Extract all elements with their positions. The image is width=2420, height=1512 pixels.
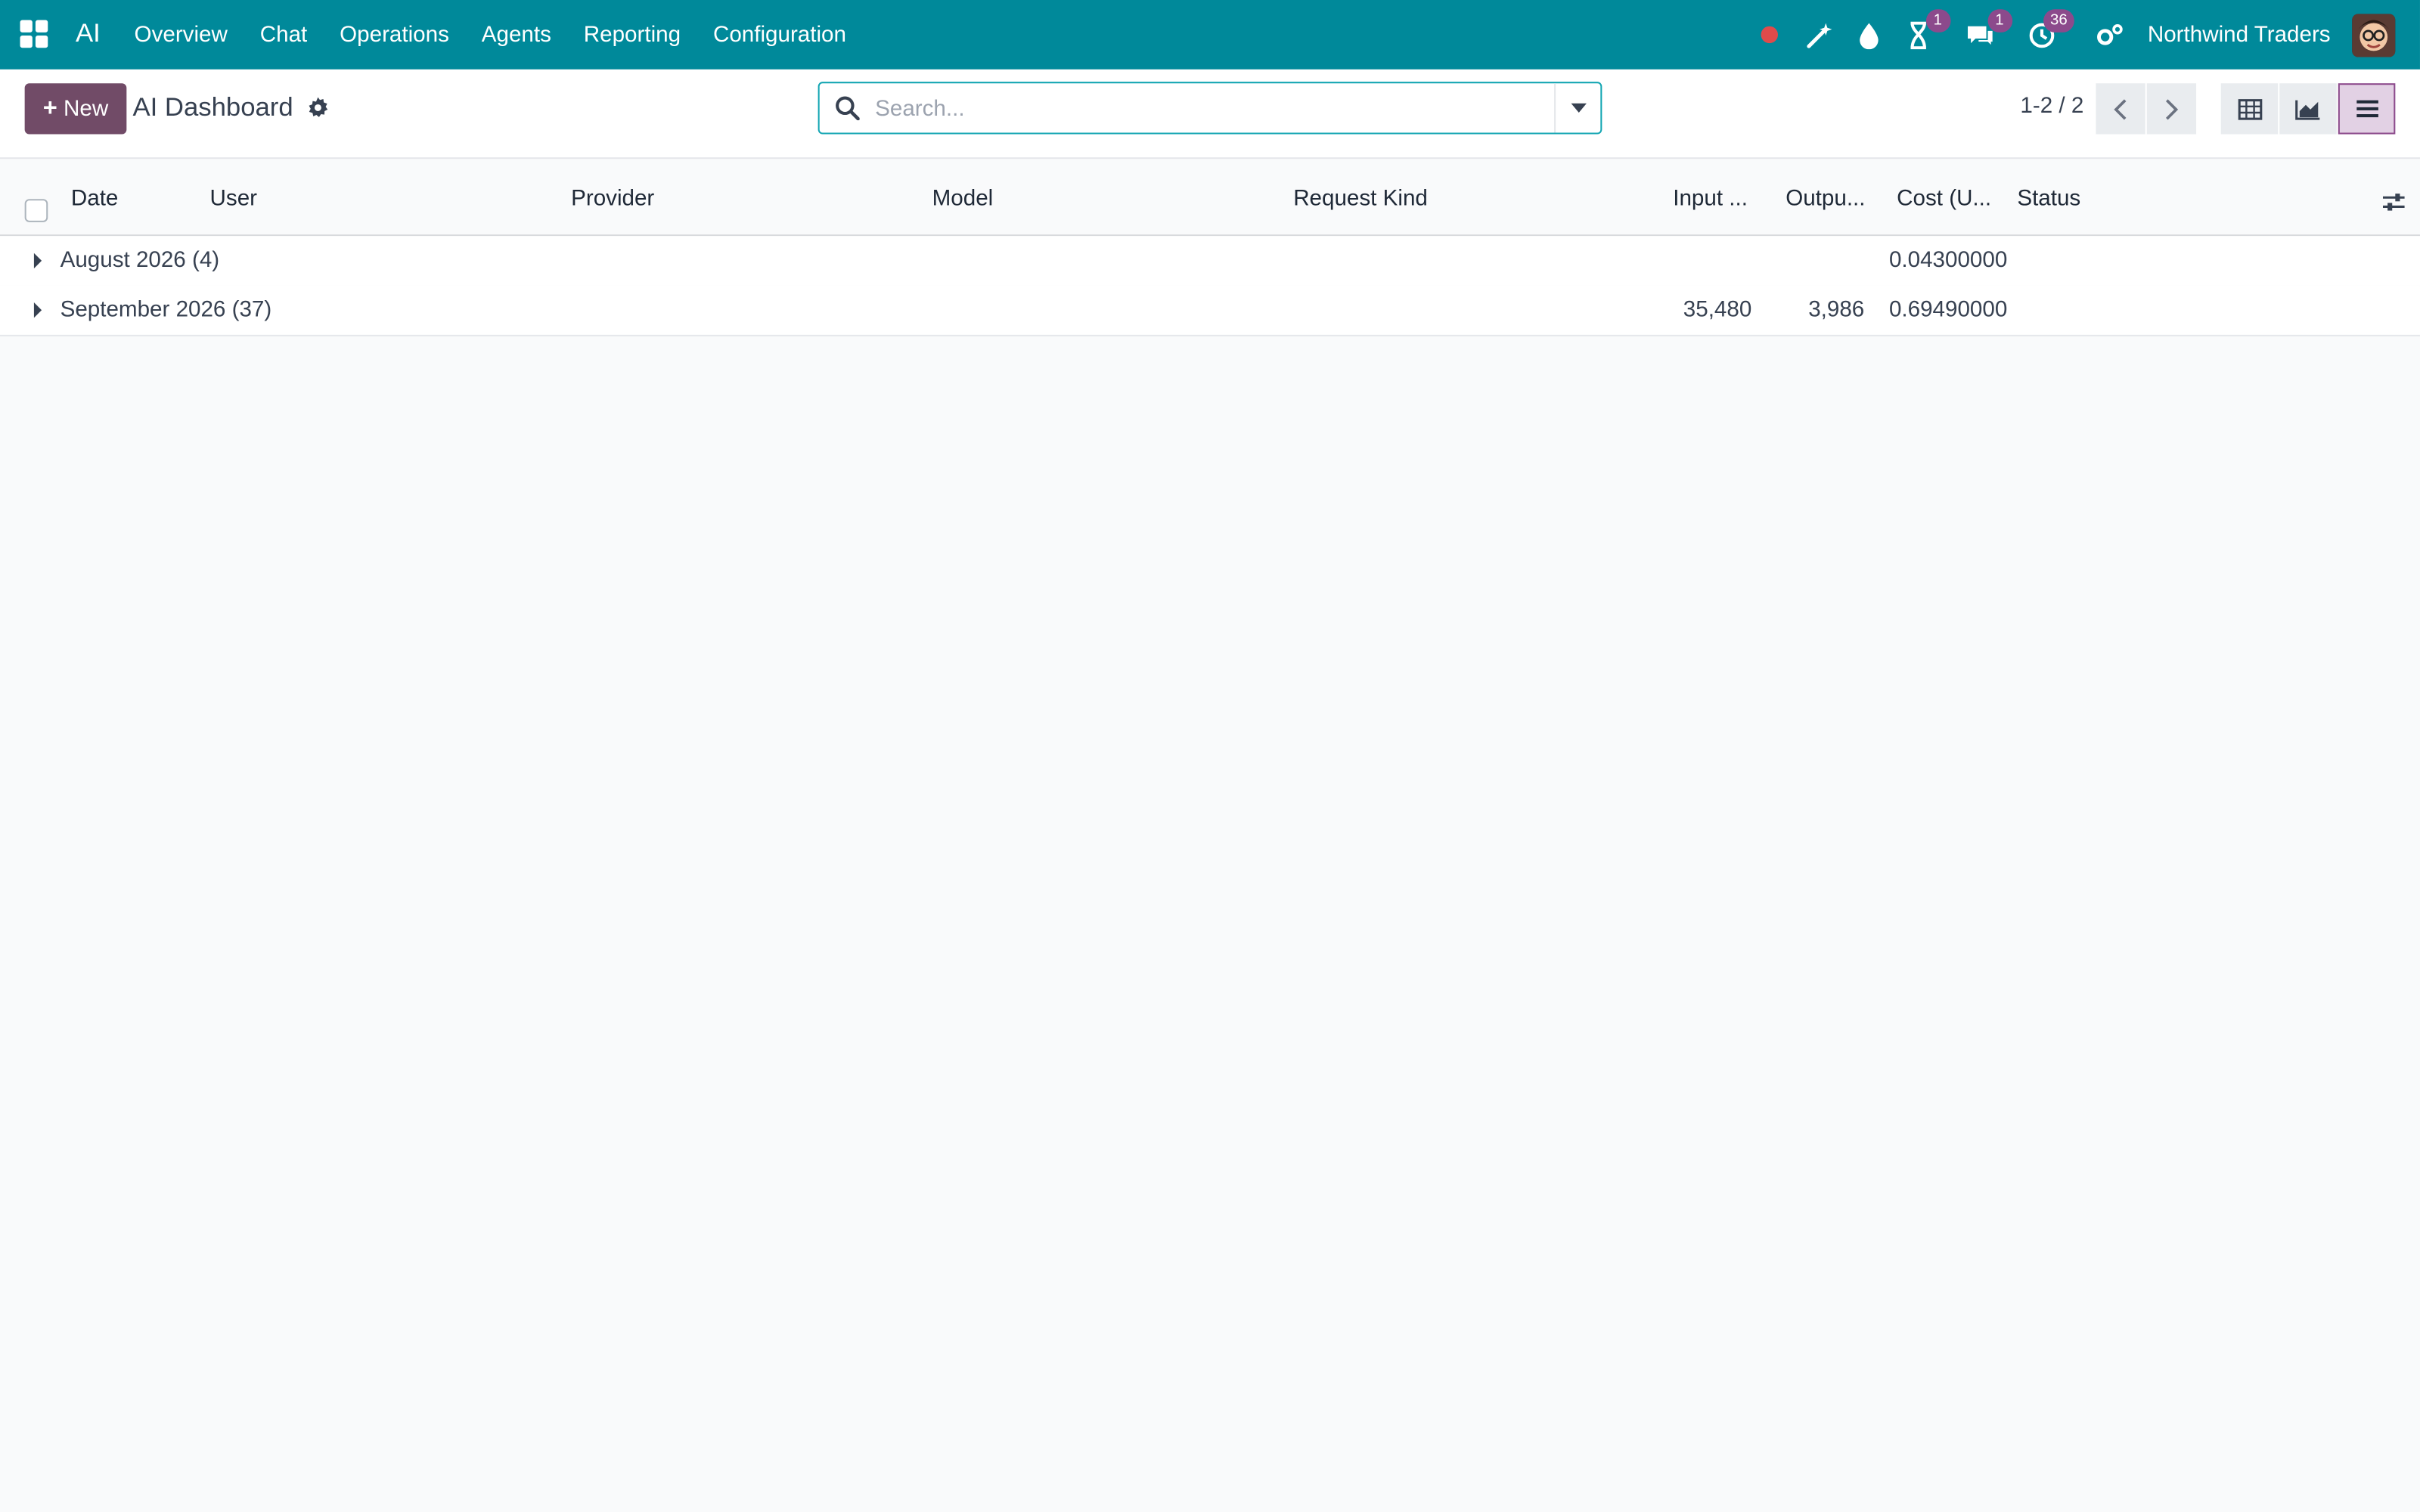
group-row-september[interactable]: September 2026 (37) 35,480 3,986 0.69490…	[0, 285, 2420, 336]
clock-icon[interactable]: 36	[2024, 8, 2074, 51]
select-all-checkbox[interactable]	[24, 199, 48, 222]
caret-right-icon	[33, 253, 42, 269]
messages-badge: 1	[1987, 8, 2012, 32]
magic-wand-icon[interactable]	[1802, 17, 1836, 51]
group-label: August 2026 (4)	[60, 248, 220, 274]
pager-next-button[interactable]	[2146, 83, 2197, 135]
activity-badge: 1	[1925, 8, 1950, 32]
chevron-right-icon	[2165, 98, 2179, 119]
search-icon	[836, 96, 860, 121]
table-grid-icon	[2237, 98, 2262, 119]
menu-operations[interactable]: Operations	[340, 23, 449, 48]
column-request-kind[interactable]: Request Kind	[1293, 187, 1428, 212]
main-menu: Overview Chat Operations Agents Reportin…	[135, 0, 879, 70]
app-brand[interactable]: AI	[76, 18, 101, 49]
page-title: AI Dashboard	[132, 92, 293, 122]
group-input-total: 35,480	[1683, 297, 1752, 323]
column-date[interactable]: Date	[71, 187, 119, 212]
group-output-total: 3,986	[1808, 297, 1865, 323]
column-model[interactable]: Model	[932, 187, 994, 212]
area-chart-icon	[2295, 99, 2320, 119]
search-options-toggle[interactable]	[1554, 83, 1600, 133]
control-panel: +New AI Dashboard 1-2 / 2	[0, 69, 2420, 160]
search-input[interactable]	[875, 92, 1539, 127]
list-view-button[interactable]	[2338, 83, 2396, 135]
column-output-tokens[interactable]: Outpu...	[1786, 187, 1865, 212]
new-button-label: New	[63, 96, 109, 122]
new-button[interactable]: + New	[24, 83, 127, 135]
group-cost-total: 0.69490000	[1888, 297, 2008, 323]
menu-agents[interactable]: Agents	[482, 23, 551, 48]
list-icon	[2356, 100, 2378, 118]
table-header: Date User Provider Model Request Kind In…	[0, 160, 2420, 237]
droplet-icon[interactable]	[1851, 17, 1885, 51]
column-status[interactable]: Status	[2017, 187, 2080, 212]
column-input-tokens[interactable]: Input ...	[1673, 187, 1748, 212]
view-switcher	[2220, 83, 2397, 135]
optional-columns-icon[interactable]	[2381, 191, 2406, 213]
settings-gears-icon[interactable]	[2092, 17, 2126, 51]
top-navbar: AI Overview Chat Operations Agents Repor…	[0, 0, 2420, 70]
group-label: September 2026 (37)	[60, 297, 272, 323]
chevron-left-icon	[2114, 98, 2127, 119]
menu-reporting[interactable]: Reporting	[584, 23, 681, 48]
pager-value[interactable]: 1-2 / 2	[2020, 94, 2083, 119]
clock-badge: 36	[2043, 8, 2074, 32]
column-provider[interactable]: Provider	[571, 187, 654, 212]
menu-configuration[interactable]: Configuration	[713, 23, 846, 48]
systray: 1 1 36 Northwind Traders	[1752, 0, 2420, 70]
gear-icon[interactable]	[306, 96, 330, 121]
search-box	[818, 82, 1602, 135]
hourglass-icon[interactable]: 1	[1900, 8, 1950, 51]
pager-previous-button[interactable]	[2096, 83, 2145, 135]
recording-dot-icon[interactable]	[1752, 17, 1786, 51]
menu-chat[interactable]: Chat	[260, 23, 308, 48]
caret-right-icon	[33, 302, 42, 318]
chat-bubbles-icon[interactable]: 1	[1962, 8, 2012, 51]
app-grid-icon[interactable]	[20, 20, 48, 48]
user-avatar[interactable]	[2352, 13, 2396, 57]
menu-overview[interactable]: Overview	[135, 23, 228, 48]
group-row-august[interactable]: August 2026 (4) 0.04300000	[0, 236, 2420, 287]
graph-view-button[interactable]	[2279, 83, 2337, 135]
group-cost-total: 0.04300000	[1888, 248, 2008, 274]
column-user[interactable]: User	[210, 187, 257, 212]
column-cost[interactable]: Cost (U...	[1897, 187, 1991, 212]
pivot-view-button[interactable]	[2220, 83, 2279, 135]
company-switcher[interactable]: Northwind Traders	[2148, 23, 2331, 48]
caret-down-icon	[1570, 103, 1586, 113]
